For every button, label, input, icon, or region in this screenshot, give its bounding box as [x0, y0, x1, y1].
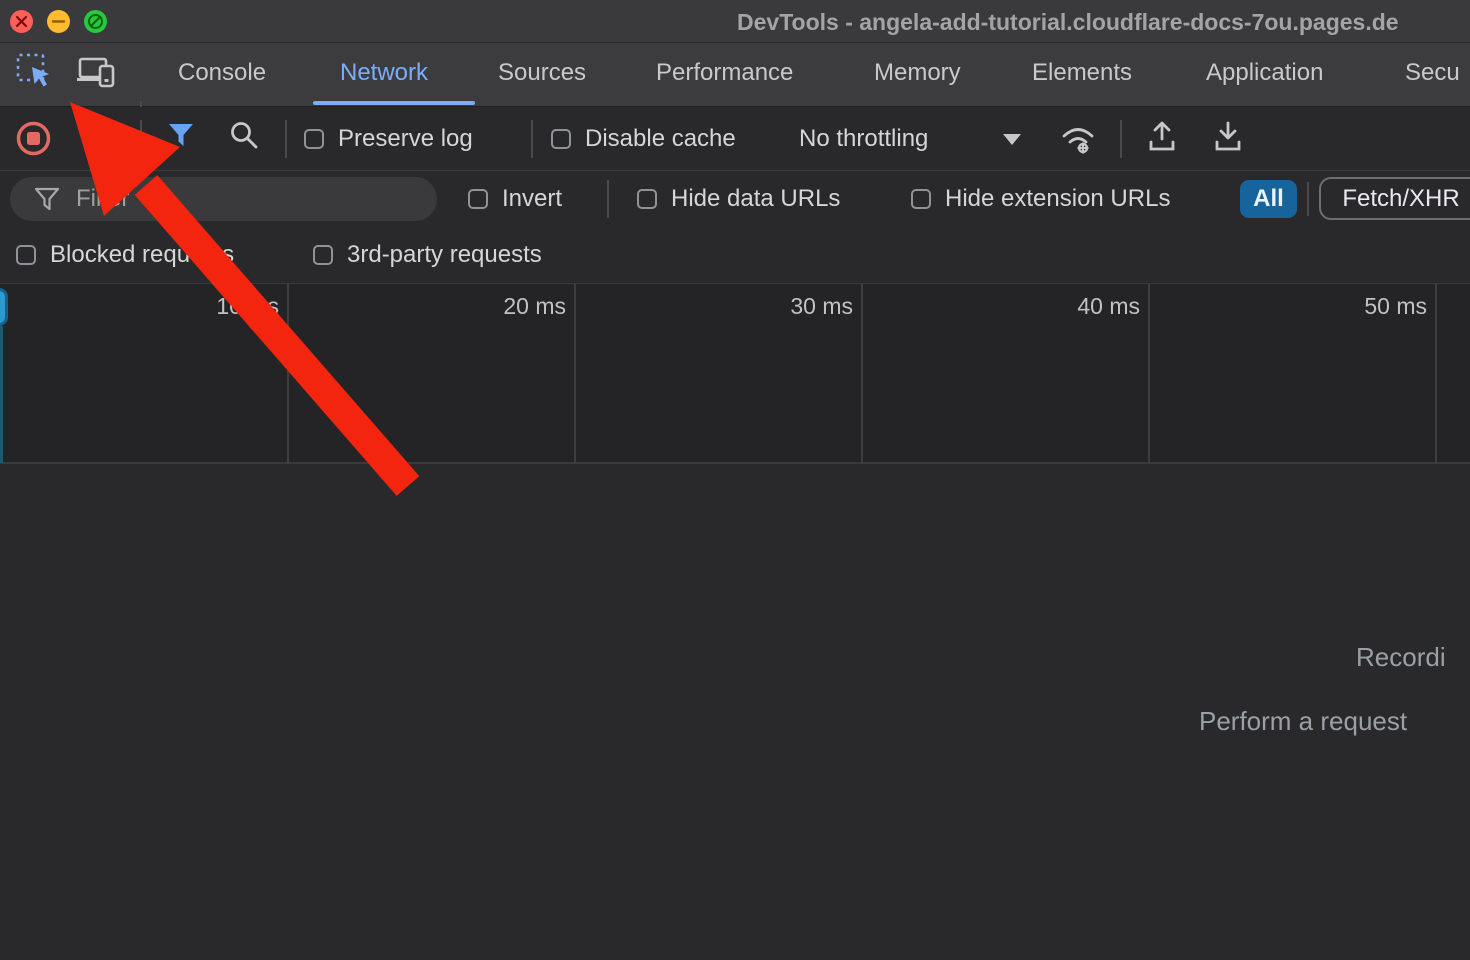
filter-divider	[607, 180, 609, 218]
preserve-log-checkbox[interactable]: Preserve log	[304, 117, 473, 161]
import-har-button[interactable]	[1146, 120, 1178, 154]
filter-divider	[1307, 182, 1309, 216]
tab-memory[interactable]: Memory	[874, 43, 961, 103]
toolbar-divider	[1120, 120, 1122, 158]
network-conditions-icon	[1058, 119, 1100, 157]
close-button[interactable]	[10, 10, 33, 33]
stop-record-icon	[15, 120, 52, 157]
checkbox-box	[304, 129, 324, 149]
tab-sources[interactable]: Sources	[498, 43, 586, 103]
hide-extension-urls-checkbox[interactable]: Hide extension URLs	[911, 177, 1170, 221]
tab-performance[interactable]: Performance	[656, 43, 793, 103]
search-button[interactable]	[228, 119, 260, 151]
title-bar: DevTools - angela-add-tutorial.cloudflar…	[0, 0, 1470, 43]
checkbox-box	[551, 129, 571, 149]
minimize-button[interactable]	[47, 10, 70, 33]
device-toolbar-button[interactable]	[76, 55, 120, 93]
timeline-tick: 30 ms	[723, 293, 853, 320]
hide-data-urls-checkbox[interactable]: Hide data URLs	[637, 177, 840, 221]
network-toolbar: Preserve log Disable cache No throttling	[0, 107, 1470, 171]
stop-recording-button[interactable]	[15, 120, 52, 157]
chevron-down-icon[interactable]	[1003, 134, 1021, 145]
close-icon	[10, 10, 33, 33]
request-filters-row: Blocked requests 3rd-party requests	[0, 227, 1470, 284]
network-overview-timeline: 10 ms 20 ms 30 ms 40 ms 50 ms	[0, 284, 1470, 464]
request-type-all-button[interactable]: All	[1240, 180, 1297, 218]
clear-icon	[81, 123, 113, 155]
timeline-tick: 50 ms	[1297, 293, 1427, 320]
timeline-tick: 40 ms	[1010, 293, 1140, 320]
timeline-gridline	[574, 284, 576, 464]
checkbox-box	[16, 245, 36, 265]
tab-security[interactable]: Secu	[1405, 43, 1460, 103]
minimize-icon	[47, 10, 70, 33]
inspect-element-button[interactable]	[16, 53, 54, 93]
active-tab-underline	[313, 101, 475, 105]
blue-edge-indicator	[0, 288, 8, 326]
disable-cache-checkbox[interactable]: Disable cache	[551, 117, 736, 161]
screen-share-slash-icon	[84, 10, 107, 33]
toolbar-divider	[531, 120, 533, 158]
third-party-requests-checkbox[interactable]: 3rd-party requests	[313, 233, 542, 277]
network-conditions-button[interactable]	[1058, 119, 1100, 157]
tab-network[interactable]: Network	[340, 43, 428, 103]
window-title: DevTools - angela-add-tutorial.cloudflar…	[737, 9, 1399, 36]
funnel-outline-icon	[34, 186, 60, 212]
invert-checkbox[interactable]: Invert	[468, 177, 562, 221]
network-filter-row: Filter Invert Hide data URLs Hide extens…	[0, 171, 1470, 227]
export-har-icon	[1212, 120, 1244, 154]
tab-application[interactable]: Application	[1206, 43, 1323, 103]
zoom-button[interactable]	[84, 10, 107, 33]
filter-funnel-icon	[166, 120, 196, 150]
request-type-fetch-xhr-button[interactable]: Fetch/XHR	[1319, 177, 1470, 220]
device-toolbar-icon	[76, 55, 120, 93]
export-har-button[interactable]	[1212, 120, 1244, 154]
filter-input[interactable]: Filter	[10, 177, 437, 221]
import-har-icon	[1146, 120, 1178, 154]
devtools-window: DevTools - angela-add-tutorial.cloudflar…	[0, 0, 1470, 960]
empty-state-instruction-text: Perform a request	[1199, 706, 1407, 737]
checkbox-box	[637, 189, 657, 209]
tab-console[interactable]: Console	[178, 43, 266, 103]
checkbox-box	[313, 245, 333, 265]
clear-network-log-button[interactable]	[81, 123, 113, 155]
inspect-cursor-icon	[16, 53, 54, 93]
timeline-gridline	[861, 284, 863, 464]
checkbox-box	[911, 189, 931, 209]
toolbar-divider	[140, 120, 142, 158]
timeline-tick: 20 ms	[436, 293, 566, 320]
tab-elements[interactable]: Elements	[1032, 43, 1132, 103]
blocked-requests-checkbox[interactable]: Blocked requests	[16, 233, 234, 277]
timeline-gridline	[287, 284, 289, 464]
filter-placeholder: Filter	[76, 185, 129, 213]
toolbar-divider	[285, 120, 287, 158]
checkbox-box	[468, 189, 488, 209]
filter-toggle-button[interactable]	[166, 120, 196, 150]
blue-edge-line	[0, 326, 3, 463]
throttling-select[interactable]: No throttling	[799, 117, 928, 161]
devtools-tab-bar: Console Network Sources Performance Memo…	[0, 43, 1470, 107]
timeline-gridline	[1148, 284, 1150, 464]
timeline-tick: 10 ms	[149, 293, 279, 320]
empty-state-recording-text: Recordi	[1356, 642, 1446, 673]
timeline-gridline	[1435, 284, 1437, 464]
search-icon	[228, 119, 260, 151]
